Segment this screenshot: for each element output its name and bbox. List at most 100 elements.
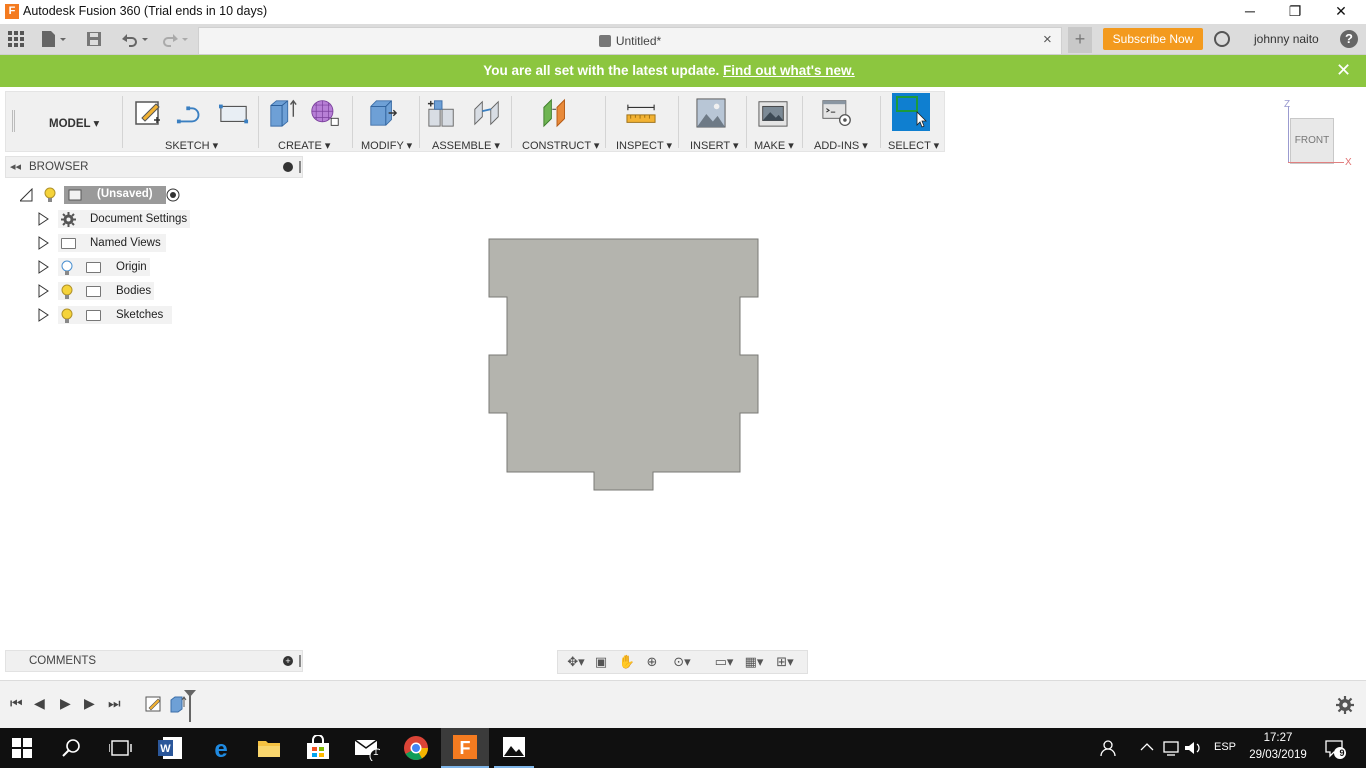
edge-browser-icon[interactable]: e — [208, 735, 234, 761]
expand-bodies-icon[interactable] — [38, 284, 50, 298]
step-back-icon[interactable]: ◀ — [34, 695, 45, 712]
joint-icon[interactable] — [472, 98, 502, 128]
visible-bulb-icon[interactable] — [61, 284, 73, 300]
offset-plane-icon[interactable] — [542, 98, 572, 128]
store-app-icon[interactable] — [305, 735, 331, 761]
play-icon[interactable]: ▶ — [60, 695, 71, 712]
new-component-icon[interactable] — [427, 98, 457, 128]
viewcube[interactable]: FRONT — [1290, 118, 1334, 164]
ribbon-grip[interactable] — [12, 110, 15, 132]
people-icon[interactable] — [1100, 739, 1120, 757]
pan-icon[interactable]: ✋ — [618, 654, 636, 670]
ribbon-group-inspect[interactable]: INSPECT ▾ — [616, 139, 672, 152]
root-component[interactable]: (Unsaved) — [64, 186, 166, 204]
collapse-root-icon[interactable] — [20, 188, 34, 202]
insert-canvas-icon[interactable] — [696, 98, 726, 128]
tree-item-named-views[interactable]: Named Views — [58, 234, 166, 252]
measure-icon[interactable] — [626, 98, 656, 128]
collapse-browser-icon[interactable]: ◂◂ — [10, 160, 21, 173]
browser-pin-icon[interactable] — [299, 161, 301, 173]
close-window-button[interactable]: ✕ — [1318, 0, 1364, 24]
ribbon-group-addins[interactable]: ADD-INS ▾ — [814, 139, 868, 152]
ribbon-group-select[interactable]: SELECT ▾ — [888, 139, 939, 152]
ribbon-group-insert[interactable]: INSERT ▾ — [690, 139, 739, 152]
chrome-browser-icon[interactable] — [403, 735, 429, 761]
timeline-settings-gear-icon[interactable] — [1336, 696, 1354, 714]
photos-taskbar-item[interactable] — [492, 728, 536, 768]
tree-item-bodies[interactable]: Bodies — [58, 282, 154, 300]
subscribe-now-button[interactable]: Subscribe Now — [1103, 28, 1203, 50]
ribbon-group-create[interactable]: CREATE ▾ — [278, 139, 330, 152]
close-tab-icon[interactable]: × — [1043, 31, 1052, 48]
timeline-marker-icon[interactable] — [183, 689, 197, 723]
fusion-taskbar-active[interactable]: F — [441, 728, 489, 768]
step-forward-icon[interactable]: ▶ — [84, 695, 95, 712]
clock-date[interactable]: 29/03/2019 — [1242, 749, 1314, 761]
body-face[interactable] — [488, 238, 759, 491]
rectangle-tool-icon[interactable] — [219, 98, 249, 128]
browser-minimize-icon[interactable] — [283, 162, 293, 172]
volume-icon[interactable] — [1184, 740, 1202, 756]
language-indicator[interactable]: ESP — [1214, 741, 1236, 753]
minimize-button[interactable]: ─ — [1227, 0, 1273, 24]
timeline-sketch-feature-icon[interactable] — [145, 695, 163, 713]
extrude-icon[interactable] — [268, 98, 298, 128]
network-icon[interactable] — [1162, 740, 1180, 756]
save-icon[interactable] — [86, 31, 102, 47]
show-hidden-icons-chevron-icon[interactable] — [1140, 742, 1154, 752]
whats-new-link[interactable]: Find out what's new. — [723, 63, 855, 78]
select-tool-button[interactable] — [892, 93, 930, 131]
search-icon[interactable] — [62, 738, 88, 764]
clock-time[interactable]: 17:27 — [1248, 732, 1308, 744]
ribbon-group-assemble[interactable]: ASSEMBLE ▾ — [432, 139, 500, 152]
expand-document-settings-icon[interactable] — [38, 212, 50, 226]
document-tab[interactable]: Untitled* × — [198, 27, 1062, 54]
tree-item-sketches[interactable]: Sketches — [58, 306, 172, 324]
comments-panel-header[interactable]: COMMENTS + — [5, 650, 303, 672]
press-pull-icon[interactable] — [368, 98, 398, 128]
file-explorer-icon[interactable] — [256, 735, 282, 761]
app-grid-icon[interactable] — [8, 31, 24, 47]
workspace-switcher[interactable]: MODEL ▾ — [49, 116, 99, 130]
help-icon[interactable]: ? — [1340, 30, 1358, 48]
redo-icon[interactable] — [160, 30, 194, 48]
viewports-icon[interactable]: ⊞▾ — [771, 654, 799, 670]
ribbon-group-make[interactable]: MAKE ▾ — [754, 139, 794, 152]
ribbon-group-construct[interactable]: CONSTRUCT ▾ — [522, 139, 599, 152]
tree-item-origin[interactable]: Origin — [58, 258, 150, 276]
windows-start-icon[interactable] — [12, 738, 38, 764]
zoom-icon[interactable]: ⊕ — [643, 654, 661, 670]
activate-radio-icon[interactable] — [166, 188, 180, 202]
banner-close-icon[interactable]: ✕ — [1336, 60, 1351, 81]
grid-settings-icon[interactable]: ▦▾ — [740, 654, 768, 670]
go-to-start-icon[interactable]: ⏮ — [10, 695, 23, 712]
ribbon-group-modify[interactable]: MODIFY ▾ — [361, 139, 412, 152]
job-status-clock-icon[interactable] — [1214, 31, 1230, 47]
hidden-bulb-icon[interactable] — [61, 260, 73, 276]
expand-sketches-icon[interactable] — [38, 308, 50, 322]
user-account[interactable]: johnny naito — [1254, 32, 1319, 46]
task-view-icon[interactable] — [109, 738, 135, 764]
scripts-addins-icon[interactable] — [822, 98, 852, 128]
expand-origin-icon[interactable] — [38, 260, 50, 274]
file-menu-icon[interactable] — [40, 30, 68, 48]
add-comment-icon[interactable]: + — [283, 656, 293, 666]
look-at-icon[interactable]: ▣ — [592, 654, 610, 670]
3d-print-icon[interactable] — [758, 98, 788, 128]
undo-icon[interactable] — [118, 30, 152, 48]
restore-button[interactable]: ❐ — [1272, 0, 1318, 24]
comments-pin-icon[interactable] — [299, 655, 301, 667]
orbit-icon[interactable]: ✥▾ — [562, 654, 590, 670]
create-sketch-icon[interactable] — [134, 98, 164, 128]
display-settings-icon[interactable]: ▭▾ — [710, 654, 738, 670]
new-tab-button[interactable]: + — [1068, 27, 1092, 53]
create-form-icon[interactable] — [310, 98, 340, 128]
fit-icon[interactable]: ⊙▾ — [668, 654, 696, 670]
word-app-icon[interactable]: W — [157, 735, 183, 761]
tree-item-document-settings[interactable]: Document Settings — [58, 210, 190, 228]
go-to-end-icon[interactable]: ⏭ — [108, 695, 121, 712]
browser-panel-header[interactable]: ◂◂ BROWSER — [5, 156, 303, 178]
line-tool-icon[interactable] — [176, 98, 206, 128]
visible-bulb-icon[interactable] — [61, 308, 73, 324]
ribbon-group-sketch[interactable]: SKETCH ▾ — [165, 139, 218, 152]
